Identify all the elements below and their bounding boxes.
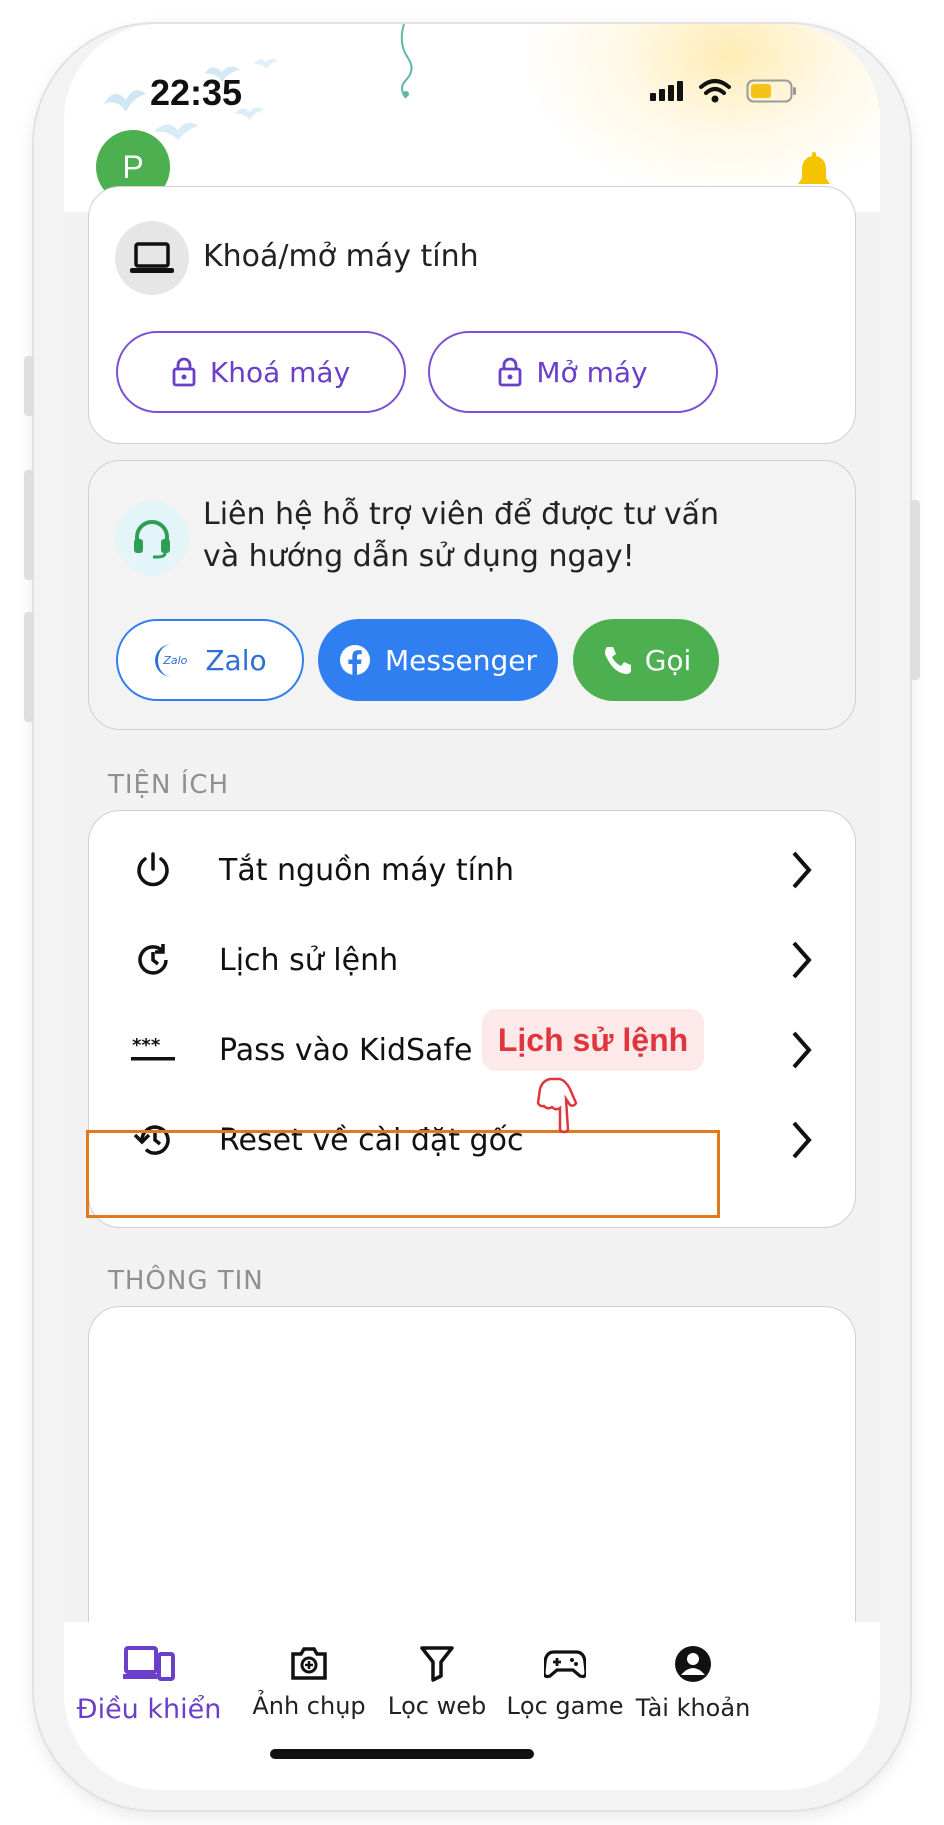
messenger-button-label: Messenger — [384, 643, 538, 677]
utility-item-label: Tắt nguồn máy tính — [219, 852, 515, 888]
annotation-callout: Lịch sử lệnh — [482, 1009, 704, 1071]
utilities-section-label: TIỆN ÍCH — [108, 770, 230, 800]
side-button — [24, 356, 34, 416]
highlight-box — [86, 1130, 720, 1218]
password-icon: *** — [131, 1035, 175, 1061]
bottom-navigation: Điều khiển Ảnh chụp Lọc web Lọc game Tài… — [64, 1622, 880, 1790]
side-button — [910, 500, 920, 680]
support-text-line1: Liên hệ hỗ trợ viên để được tư vấn — [203, 497, 719, 532]
phone-screen: 22:35 P Khoá/mở máy tính Khoá máy Mở máy… — [64, 24, 880, 1790]
side-button — [24, 612, 34, 722]
filter-icon — [420, 1646, 454, 1682]
lock-icon — [172, 357, 196, 387]
zalo-button[interactable]: Zalo Zalo — [116, 619, 304, 701]
unlock-computer-button[interactable]: Mở máy — [428, 331, 718, 413]
laptop-icon — [115, 221, 189, 295]
battery-icon — [746, 79, 796, 103]
status-time: 22:35 — [150, 72, 243, 113]
phone-icon — [604, 647, 631, 674]
messenger-button[interactable]: Messenger — [318, 619, 558, 701]
utility-item-power-off[interactable]: Tắt nguồn máy tính — [125, 825, 821, 915]
history-clock-icon — [138, 944, 168, 975]
app-header: 22:35 P — [64, 24, 880, 212]
svg-text:***: *** — [132, 1035, 161, 1056]
nav-item-control[interactable]: Điều khiển — [74, 1644, 224, 1725]
cellular-signal-icon — [650, 81, 683, 101]
nav-item-account[interactable]: Tài khoản — [618, 1644, 768, 1722]
chevron-right-icon — [792, 1031, 812, 1069]
chevron-right-icon — [792, 941, 812, 979]
zalo-logo-icon: Zalo — [153, 641, 191, 679]
info-section-label: THÔNG TIN — [108, 1266, 264, 1296]
wifi-icon — [699, 79, 731, 103]
support-text-line2: và hướng dẫn sử dụng ngay! — [203, 539, 635, 574]
nav-label: Tài khoản — [635, 1694, 751, 1722]
chevron-right-icon — [792, 1121, 812, 1159]
camera-icon — [291, 1647, 327, 1680]
status-icons — [648, 78, 798, 104]
utility-item-kidsafe-password[interactable]: *** Pass vào KidSafe trên máy tính — [125, 1005, 821, 1095]
lock-computer-card: Khoá/mở máy tính Khoá máy Mở máy — [88, 186, 856, 444]
support-card: Liên hệ hỗ trợ viên để được tư vấn và hư… — [88, 460, 856, 730]
lock-computer-button[interactable]: Khoá máy — [116, 331, 406, 413]
chevron-right-icon — [792, 851, 812, 889]
gamepad-icon — [544, 1650, 586, 1679]
unlock-icon — [498, 357, 522, 387]
call-button-label: Gọi — [644, 643, 692, 677]
nav-label: Lọc game — [506, 1692, 624, 1720]
utility-item-command-history[interactable]: Lịch sử lệnh — [125, 915, 821, 1005]
nav-label: Lọc web — [387, 1692, 487, 1720]
utility-item-label: Lịch sử lệnh — [219, 942, 399, 978]
devices-icon — [123, 1646, 175, 1681]
account-icon — [675, 1646, 711, 1682]
kite-string-decoration-icon — [400, 24, 413, 99]
side-button — [24, 470, 34, 580]
nav-label: Ảnh chụp — [252, 1692, 366, 1720]
home-indicator — [270, 1749, 534, 1759]
facebook-icon — [339, 645, 370, 675]
power-icon — [137, 852, 169, 887]
zalo-button-label: Zalo — [205, 643, 267, 677]
lock-button-label: Khoá máy — [209, 355, 351, 389]
call-button[interactable]: Gọi — [573, 619, 719, 701]
unlock-button-label: Mở máy — [536, 355, 648, 389]
pointing-hand-icon — [536, 1077, 578, 1134]
headset-icon — [115, 501, 189, 575]
nav-label: Điều khiển — [76, 1694, 222, 1725]
lock-card-title: Khoá/mở máy tính — [203, 239, 479, 274]
